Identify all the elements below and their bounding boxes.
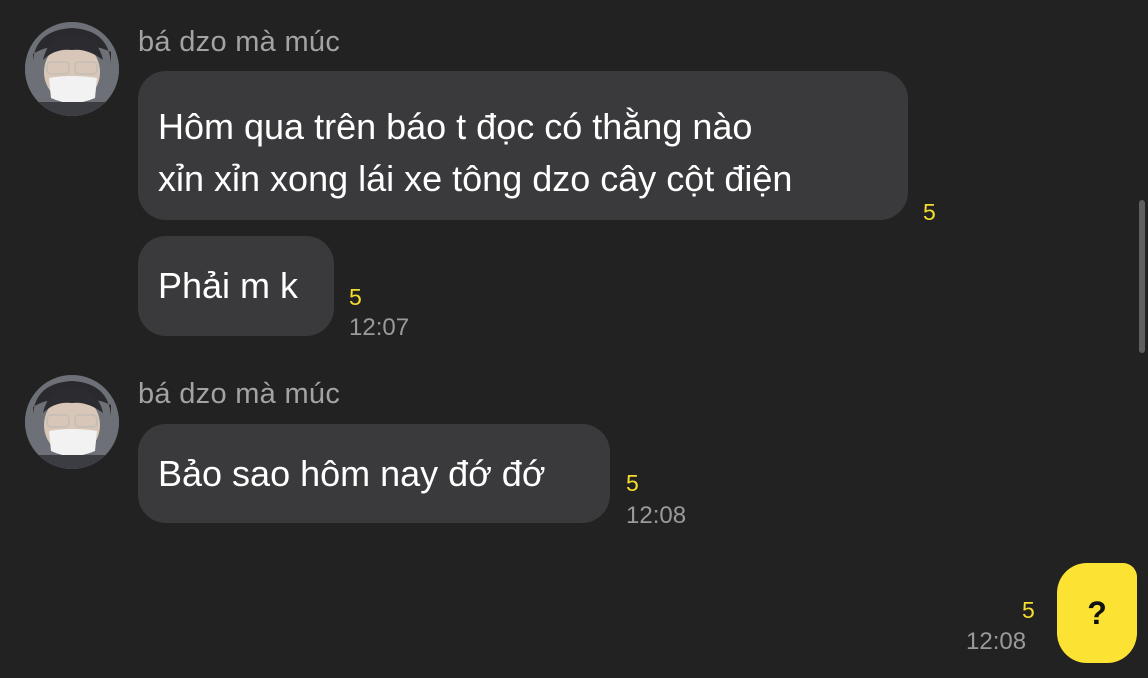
message-text-line: Phải m k	[158, 265, 299, 306]
scrollbar-thumb[interactable]	[1139, 200, 1145, 353]
avatar[interactable]	[25, 375, 119, 469]
sender-name: bá dzo mà múc	[138, 378, 341, 410]
message-text-line: xỉn xỉn xong lái xe tông dzo cây cột điệ…	[158, 158, 793, 199]
message-text: ?	[1087, 595, 1107, 631]
message-bubble[interactable]: Phải m k	[138, 236, 334, 336]
avatar[interactable]	[25, 22, 119, 116]
unread-count: 5	[923, 199, 936, 225]
message-text-line: Bảo sao hôm nay đớ đớ	[158, 453, 546, 494]
unread-count: 5	[626, 470, 639, 496]
unread-count: 5	[349, 284, 362, 310]
message-bubble[interactable]: Bảo sao hôm nay đớ đớ	[138, 424, 610, 523]
sender-name: bá dzo mà múc	[138, 26, 341, 58]
message-timestamp: 12:08	[626, 502, 687, 529]
avatar-photo-icon	[25, 22, 119, 116]
message-text-line: Hôm qua trên báo t đọc có thằng nào	[158, 106, 753, 147]
message-bubble[interactable]: Hôm qua trên báo t đọc có thằng nào xỉn …	[138, 71, 908, 220]
message-timestamp: 12:08	[966, 628, 1027, 655]
message-timestamp: 12:07	[349, 314, 410, 341]
outgoing-message-bubble[interactable]: ?	[1057, 563, 1137, 663]
avatar-photo-icon	[25, 375, 119, 469]
unread-count: 5	[1022, 597, 1035, 623]
